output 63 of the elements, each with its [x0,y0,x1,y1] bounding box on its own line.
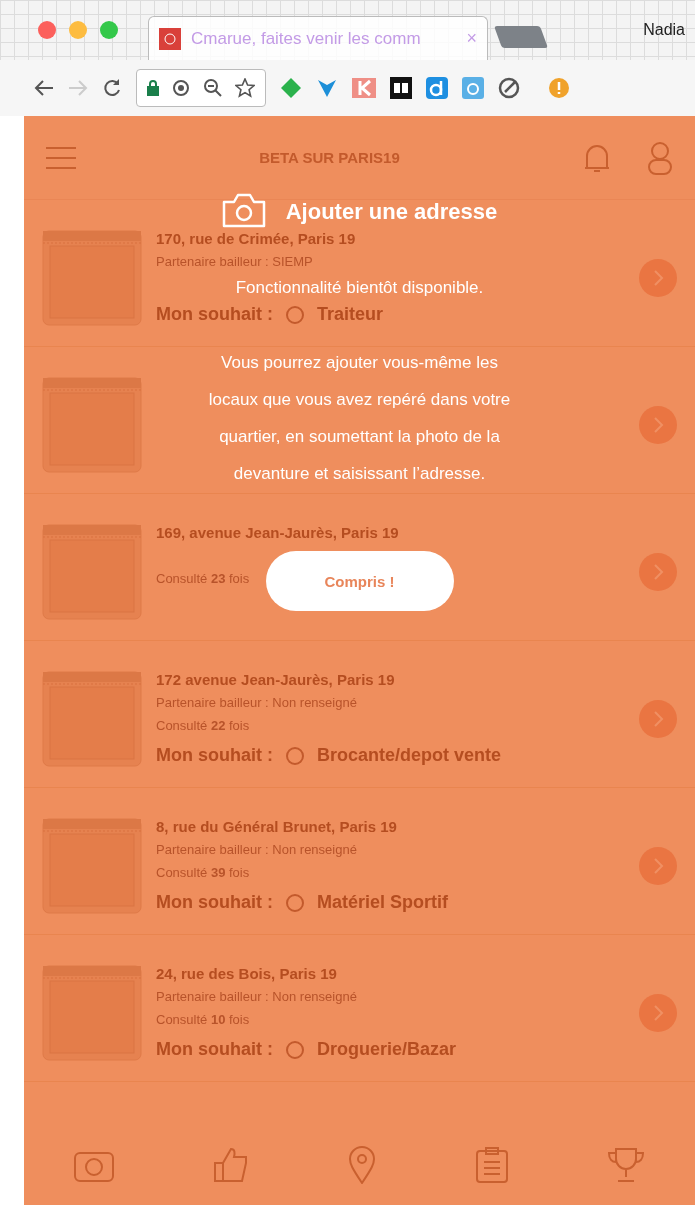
modal-title: Ajouter une adresse [285,199,498,225]
view-count-text: Consulté 23 fois [156,569,250,588]
chevron-button[interactable] [639,847,677,885]
modal-subtitle: Fonctionnalité bientôt disponible. [235,278,484,298]
wish-text: Brocante/depot vente [317,745,502,766]
category-icon [285,304,305,325]
wish-text: Traiteur [317,304,383,325]
wish-label: Mon souhait : [156,1039,273,1060]
favicon-icon [159,27,181,50]
chevron-button[interactable] [639,406,677,444]
category-icon [285,745,305,766]
chevron-button[interactable] [639,700,677,738]
address-text: 8, rue du Général Brunet, Paris 19 [156,816,397,837]
tab-title: Cmarue, faites venir les comm [191,28,422,49]
reload-icon[interactable] [102,78,122,98]
close-window-button[interactable] [38,21,56,39]
camera-extension-icon[interactable] [462,77,484,99]
forward-icon[interactable] [68,79,88,97]
map-pin-icon[interactable] [348,1146,377,1184]
view-count-text: Consulté 10 fois [156,1010,250,1029]
back-icon[interactable] [34,79,54,97]
wish-label: Mon souhait : [156,304,273,325]
view-count-text: Consulté 39 fois [156,863,250,882]
user-icon[interactable] [647,140,673,175]
wish-text: Matériel Sportif [317,892,448,913]
profile-name[interactable]: Nadia [643,21,685,39]
address-text: 170, rue de Crimée, Paris 19 [156,228,356,249]
wish-text: Droguerie/Bazar [317,1039,457,1060]
partner-text: Partenaire bailleur : SIEMP [156,252,313,271]
modal-message: Vous pourrez ajouter vous-même les locaux que vous avez repéré dans votre quartier, en soumettant la photo de la devanture et saisissant l’adresse. [207,352,512,485]
camera-icon [221,192,266,228]
address-bar[interactable] [136,69,266,107]
address-text: 169, avenue Jean-Jaurès, Paris 19 [156,522,399,543]
zoom-out-icon[interactable] [203,78,223,98]
chevron-button[interactable] [639,553,677,591]
view-count-text: Consulté 22 fois [156,716,250,735]
star-icon[interactable] [235,78,255,98]
new-tab-button[interactable] [494,26,548,48]
tab-close-button[interactable]: × [466,28,477,49]
chevron-button[interactable] [639,259,677,297]
partner-text: Partenaire bailleur : Non renseigné [156,840,357,859]
wish-label: Mon souhait : [156,745,273,766]
browser-tab[interactable]: Cmarue, faites venir les comm × [148,16,488,60]
partner-text: Partenaire bailleur : Non renseigné [156,693,357,712]
trophy-icon[interactable] [607,1147,646,1183]
partner-text: Partenaire bailleur : Non renseigné [156,987,357,1006]
clipboard-icon[interactable] [475,1147,508,1183]
location-target-icon[interactable] [171,78,191,98]
chevron-button[interactable] [639,994,677,1032]
minimize-window-button[interactable] [69,21,87,39]
menu-icon[interactable] [46,145,76,170]
extension-icon[interactable] [498,77,520,99]
extension-icon[interactable] [390,77,412,99]
lock-icon [147,80,159,96]
category-icon [285,1039,305,1060]
warning-icon[interactable] [548,77,570,99]
confirm-button[interactable]: Compris ! [265,551,454,611]
address-text: 24, rue des Bois, Paris 19 [156,963,337,984]
category-icon [285,892,305,913]
address-text: 172 avenue Jean-Jaurès, Paris 19 [156,669,395,690]
wish-label: Mon souhait : [156,892,273,913]
maximize-window-button[interactable] [100,21,118,39]
thumbs-up-icon[interactable] [213,1147,250,1183]
